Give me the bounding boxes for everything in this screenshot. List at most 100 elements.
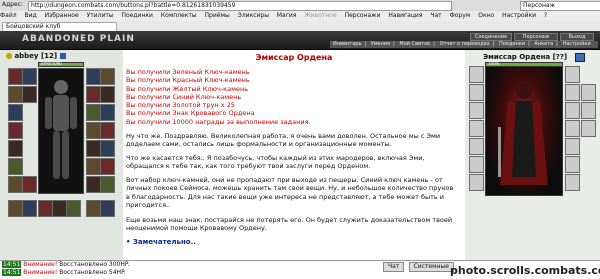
menu-item-magic[interactable]: Магия: [277, 12, 297, 19]
helmet-slot[interactable]: [8, 68, 23, 85]
npc-slot: [565, 174, 580, 191]
ring4-slot[interactable]: [100, 122, 115, 139]
scroll4-slot[interactable]: [86, 176, 101, 193]
game-logo: ABANDONED PLAIN: [22, 34, 135, 44]
belt-item-7[interactable]: [100, 200, 115, 217]
player-hp-bar: 3090/3090: [38, 61, 84, 67]
belt-item-6[interactable]: [86, 200, 101, 217]
npc-name[interactable]: Эмиссар Ордена: [483, 53, 550, 61]
boots-slot[interactable]: [86, 140, 101, 157]
emissary-figure-icon: [498, 83, 548, 185]
received-item: Вы получили Желтый Ключ-камень: [126, 84, 249, 93]
info-icon[interactable]: [59, 53, 66, 59]
received-items-list: Вы получили Зеленый Ключ-камень Вы получ…: [126, 68, 456, 126]
bracer-slot[interactable]: [100, 68, 115, 85]
menu-item-window[interactable]: Окно: [478, 12, 494, 19]
npc-panel: Эмиссар Ордена [??] 100%: [465, 50, 600, 260]
armor-slot[interactable]: [8, 122, 23, 139]
player-figure: [38, 68, 84, 194]
menu-item-duels[interactable]: Поединки: [122, 12, 153, 19]
npc-slot: [469, 174, 484, 191]
scroll2-slot[interactable]: [86, 158, 101, 175]
ring-slot[interactable]: [8, 158, 23, 175]
url-input[interactable]: http://dungeon.combats.com/buttons.pl?ba…: [28, 1, 452, 11]
nav-transfer-report[interactable]: Отчет о переводах: [440, 41, 490, 47]
menu-item-sets[interactable]: Комплекты: [161, 12, 197, 19]
menu-item-pet[interactable]: Животное: [304, 12, 336, 19]
received-item: Вы получили Синий Ключ-камень: [126, 92, 242, 101]
belt-item-3[interactable]: [38, 200, 53, 217]
chat-text: Восстановлено 54HP.: [59, 269, 126, 276]
scroll-slot[interactable]: [100, 140, 115, 157]
npc-info-icon[interactable]: [575, 53, 585, 62]
nav-my-scroll[interactable]: Мой Свиток: [399, 41, 430, 47]
earrings-slot[interactable]: [22, 68, 37, 85]
npc-slot: [581, 84, 596, 101]
rune-slot[interactable]: [100, 86, 115, 103]
weapon-slot[interactable]: [8, 104, 23, 121]
character-search-input[interactable]: Персонаж: [520, 1, 600, 11]
reply-option[interactable]: • Замечательно..: [126, 238, 196, 246]
offhand-slot[interactable]: [86, 104, 101, 121]
connection-button[interactable]: Соединение: [470, 33, 512, 41]
scroll5-slot[interactable]: [100, 176, 115, 193]
npc-slot: [469, 66, 484, 83]
menu-item-chat[interactable]: Чат: [430, 12, 441, 19]
npc-slot: [581, 120, 596, 137]
tab-chat[interactable]: Чат: [383, 262, 405, 272]
received-item: Вы получили Красный Ключ-камень: [126, 76, 250, 85]
shield-slot[interactable]: [86, 86, 101, 103]
menu-item-navigation[interactable]: Навигация: [388, 12, 422, 19]
nav-profile[interactable]: Анкета: [534, 41, 553, 47]
menu-item-favorites[interactable]: Избранное: [45, 12, 79, 19]
belt-item-4[interactable]: [52, 200, 67, 217]
player-silhouette-icon: [45, 80, 77, 179]
pocket-slot[interactable]: [8, 176, 23, 193]
menu-item-forum[interactable]: Форум: [450, 12, 471, 19]
menu-item-utilities[interactable]: Утилиты: [87, 12, 114, 19]
address-label: Адрес:: [2, 1, 24, 8]
menu-item-settings[interactable]: Настройки: [502, 12, 536, 19]
character-button[interactable]: Персонаж: [514, 33, 558, 41]
nav-settings[interactable]: Настройки: [562, 41, 590, 47]
necklace-slot[interactable]: [8, 86, 23, 103]
npc-slot: [565, 120, 580, 137]
nav-duels[interactable]: Поединки: [499, 41, 525, 47]
tab-system[interactable]: Системные: [408, 262, 454, 272]
npc-level: [??]: [552, 53, 568, 61]
menu-item-elixirs[interactable]: Эликсиры: [238, 12, 269, 19]
npc-slot: [469, 102, 484, 119]
npc-slot: [565, 84, 580, 101]
player-name[interactable]: abbey: [14, 52, 38, 60]
gloves-slot[interactable]: [86, 68, 101, 85]
ring3-slot[interactable]: [100, 104, 115, 121]
belt-item-5[interactable]: [66, 200, 81, 217]
menu-item-techniques[interactable]: Приёмы: [205, 12, 230, 19]
belt-item-2[interactable]: [22, 200, 37, 217]
game-header: ABANDONED PLAIN Соединение Персонаж Выхо…: [0, 31, 600, 50]
player-panel: abbey [12] 3090/3090: [0, 50, 123, 260]
scroll3-slot[interactable]: [100, 158, 115, 175]
nav-skills[interactable]: Умения: [371, 41, 390, 47]
exit-button[interactable]: Выход: [560, 33, 594, 41]
leggings-slot[interactable]: [86, 122, 101, 139]
menu-item-help[interactable]: ?: [544, 12, 547, 19]
dialog-paragraph-2: Что же касается тебя.. Я позабочусь, что…: [126, 154, 425, 171]
menu-item-view[interactable]: Вид: [25, 12, 37, 19]
amulet-slot[interactable]: [22, 86, 37, 103]
player-hp-text: 3090/3090: [40, 61, 62, 66]
dialog-title: Эмиссар Ордена: [255, 53, 333, 62]
npc-slot: [469, 156, 484, 173]
player-align-icon: [6, 53, 12, 59]
received-item: Вы получили Золотой трун x 25: [126, 101, 235, 110]
player-namebar: abbey [12]: [6, 52, 116, 60]
menu-item-file[interactable]: Файл: [0, 12, 17, 19]
ring2-slot[interactable]: [22, 176, 37, 193]
belt-item-1[interactable]: [8, 200, 23, 217]
chat-time: 14:51: [2, 269, 22, 276]
menu-item-characters[interactable]: Персонажи: [345, 12, 381, 19]
received-item: Вы получили 10000 награды за выполнение …: [126, 117, 311, 126]
nav-inventory[interactable]: Инвентарь: [333, 41, 361, 47]
belt-slot[interactable]: [8, 140, 23, 157]
npc-slot: [581, 102, 596, 119]
